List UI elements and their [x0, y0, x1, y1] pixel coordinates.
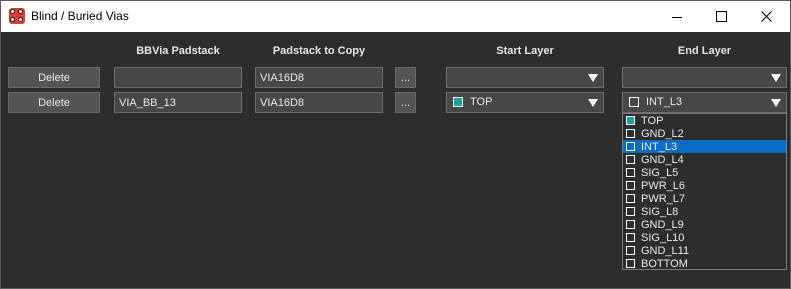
app-icon — [9, 8, 25, 24]
layer-color-swatch — [626, 142, 635, 151]
layer-option-label: GND_L9 — [641, 218, 684, 231]
chevron-down-icon — [588, 99, 598, 107]
start-layer-select[interactable]: TOP — [446, 92, 604, 113]
layer-option[interactable]: SIG_L5 — [623, 166, 786, 179]
padstack-to-copy-input[interactable]: VIA16D8 — [255, 67, 383, 88]
layer-option[interactable]: GND_L11 — [623, 244, 786, 257]
layer-color-swatch — [626, 168, 635, 177]
layer-option-label: BOTTOM — [641, 257, 688, 270]
layer-option[interactable]: SIG_L8 — [623, 205, 786, 218]
layer-color-swatch — [626, 259, 635, 268]
layer-option-label: SIG_L10 — [641, 231, 685, 244]
end-layer-dropdown-list: TOP GND_L2 INT_L3 GND_L4 SIG_L5 PWR_L6 PWR_L7 S… — [622, 113, 787, 270]
close-icon — [761, 11, 772, 22]
header-padstack-to-copy: Padstack to Copy — [272, 45, 366, 57]
layer-option-label: INT_L3 — [641, 140, 678, 153]
layer-color-swatch — [629, 97, 639, 107]
chevron-down-icon — [771, 99, 781, 107]
start-layer-value: TOP — [470, 96, 493, 108]
window-title: Blind / Buried Vias — [31, 9, 129, 23]
layer-color-swatch — [626, 220, 635, 229]
header-start-layer: Start Layer — [496, 45, 554, 57]
layer-option[interactable]: GND_L9 — [623, 218, 786, 231]
layer-option[interactable]: BOTTOM — [623, 257, 786, 270]
bbvia-padstack-input[interactable]: VIA_BB_13 — [114, 92, 242, 113]
layer-option[interactable]: INT_L3 — [623, 140, 786, 153]
end-layer-select[interactable]: INT_L3 — [622, 92, 787, 113]
header-end-layer: End Layer — [677, 45, 732, 57]
layer-option-label: PWR_L7 — [641, 192, 686, 205]
layer-color-swatch — [626, 181, 635, 190]
layer-option[interactable]: PWR_L7 — [623, 192, 786, 205]
layer-color-swatch — [453, 97, 463, 107]
layer-option[interactable]: GND_L4 — [623, 153, 786, 166]
layer-option-label: TOP — [641, 114, 664, 127]
layer-color-swatch — [626, 207, 635, 216]
browse-padstack-button[interactable]: ... — [395, 67, 416, 88]
layer-option[interactable]: GND_L2 — [623, 127, 786, 140]
layer-color-swatch — [626, 116, 635, 125]
maximize-icon — [716, 11, 727, 22]
layer-color-swatch — [626, 129, 635, 138]
minimize-button[interactable] — [654, 1, 699, 32]
layer-color-swatch — [626, 246, 635, 255]
layer-color-swatch — [626, 194, 635, 203]
end-layer-select[interactable] — [622, 67, 787, 88]
chevron-down-icon — [588, 74, 598, 82]
layer-option-label: SIG_L5 — [641, 166, 679, 179]
layer-option[interactable]: TOP — [623, 114, 786, 127]
close-button[interactable] — [744, 1, 789, 32]
layer-option[interactable]: PWR_L6 — [623, 179, 786, 192]
layer-option-label: SIG_L8 — [641, 205, 679, 218]
chevron-down-icon — [771, 74, 781, 82]
layer-option-label: GND_L11 — [641, 244, 690, 257]
minimize-icon — [671, 17, 682, 18]
bbvia-padstack-input[interactable] — [114, 67, 242, 88]
layer-color-swatch — [626, 233, 635, 242]
layer-color-swatch — [626, 155, 635, 164]
blind-buried-vias-window: Blind / Buried Vias BBVia Padstack Padst… — [0, 0, 791, 289]
header-bbvia-padstack: BBVia Padstack — [136, 45, 220, 57]
layer-option-label: GND_L2 — [641, 127, 684, 140]
end-layer-value: INT_L3 — [646, 96, 683, 108]
padstack-to-copy-input[interactable]: VIA16D8 — [255, 92, 383, 113]
layer-option-label: GND_L4 — [641, 153, 684, 166]
browse-padstack-button[interactable]: ... — [395, 92, 416, 113]
title-bar: Blind / Buried Vias — [1, 1, 790, 32]
maximize-button[interactable] — [699, 1, 744, 32]
delete-button[interactable]: Delete — [8, 67, 100, 88]
layer-option-label: PWR_L6 — [641, 179, 686, 192]
start-layer-select[interactable] — [446, 67, 604, 88]
delete-button[interactable]: Delete — [8, 92, 100, 113]
layer-option[interactable]: SIG_L10 — [623, 231, 786, 244]
